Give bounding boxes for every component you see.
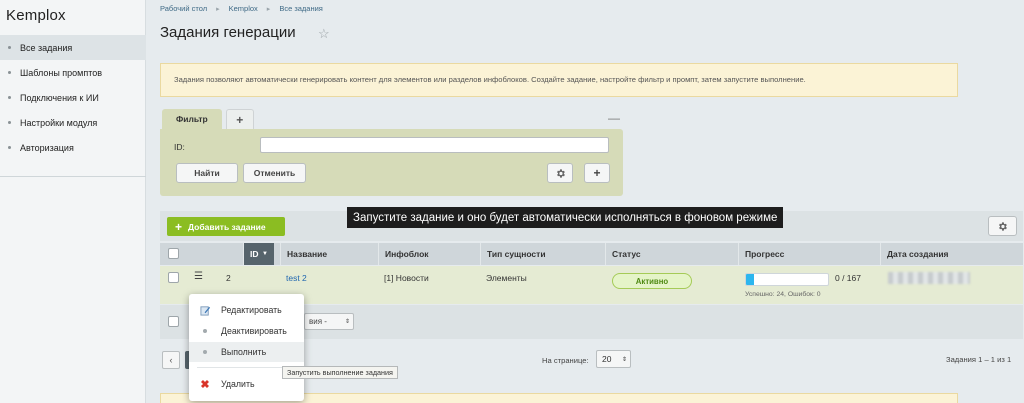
column-header-entity-type[interactable]: Тип сущности (480, 243, 605, 265)
add-task-label: Добавить задание (188, 221, 266, 232)
progress-fill (746, 274, 755, 285)
menu-item-deactivate[interactable]: Деактивировать (189, 321, 304, 341)
group-checkbox[interactable] (168, 316, 179, 327)
id-filter-label: ID: (174, 142, 185, 152)
dot-icon (203, 350, 207, 354)
select-arrows-icon: ⇕ (621, 356, 627, 363)
sidebar-item-authorization[interactable]: Авторизация (0, 135, 146, 160)
sidebar-divider (0, 176, 146, 177)
progress-text: 0 / 167 (835, 273, 861, 283)
status-badge: Активно (612, 273, 692, 289)
sidebar-item-label: Шаблоны промптов (20, 67, 103, 78)
breadcrumb: Рабочий стол ▸ Kemplox ▸ Все задания (160, 4, 323, 13)
delete-icon: ✖ (200, 378, 210, 391)
prev-page-button[interactable]: ‹ (162, 351, 180, 369)
caption-overlay: Запустите задание и оно будет автоматиче… (347, 207, 784, 228)
gear-icon (556, 168, 565, 178)
info-banner: Задания позволяют автоматически генериро… (160, 63, 958, 97)
column-header-id[interactable]: ID ▼ (243, 243, 274, 265)
tab-filter[interactable]: Фильтр (162, 109, 222, 129)
progress-details: Успешно: 24, Ошибок: 0 (745, 291, 821, 298)
plus-icon: + (175, 219, 183, 234)
filter-panel: ID: Найти Отменить + (160, 129, 623, 196)
bullet-icon (8, 71, 11, 74)
breadcrumb-separator-icon: ▸ (216, 5, 220, 13)
created-date-blurred (888, 272, 970, 284)
sidebar-nav: Все задания Шаблоны промптов Подключения… (0, 35, 146, 160)
sidebar: Kemplox Все задания Шаблоны промптов Под… (0, 0, 146, 403)
info-text: Задания позволяют автоматически генериро… (174, 75, 806, 84)
bullet-icon (8, 96, 11, 99)
dot-icon (203, 329, 207, 333)
breadcrumb-item-all-tasks[interactable]: Все задания (279, 4, 323, 13)
find-button[interactable]: Найти (176, 163, 238, 183)
filter-tabs: Фильтр + (162, 109, 254, 129)
bullet-icon (8, 121, 11, 124)
sidebar-item-ai-connections[interactable]: Подключения к ИИ (0, 85, 146, 110)
sidebar-item-label: Авторизация (20, 142, 74, 153)
edit-icon (189, 305, 221, 316)
select-arrows-icon: ⇕ (344, 319, 350, 325)
menu-item-run[interactable]: Выполнить (189, 342, 304, 362)
column-header-status[interactable]: Статус (605, 243, 738, 265)
cell-iblock: [1] Новости (384, 273, 429, 283)
column-header-created[interactable]: Дата создания (880, 243, 1023, 265)
bullet-icon (8, 46, 11, 49)
page-title: Задания генерации (160, 24, 296, 41)
sidebar-item-label: Все задания (20, 42, 73, 53)
column-header-iblock[interactable]: Инфоблок (378, 243, 480, 265)
group-action-select[interactable]: вия - ⇕ (304, 313, 354, 330)
sidebar-item-prompt-templates[interactable]: Шаблоны промптов (0, 60, 146, 85)
column-header-name[interactable]: Название (280, 243, 378, 265)
cell-entity-type: Элементы (486, 273, 527, 283)
add-filter-tab-button[interactable]: + (225, 109, 254, 129)
filter-settings-button[interactable] (547, 163, 573, 183)
minimize-icon[interactable]: — (608, 111, 620, 125)
cell-name-link[interactable]: test 2 (286, 273, 307, 283)
cell-id: 2 (226, 273, 231, 283)
cancel-button[interactable]: Отменить (243, 163, 306, 183)
per-page-label: На странице: (542, 356, 589, 365)
progress-bar (745, 273, 829, 286)
table-header: ID ▼ Название Инфоблок Тип сущности Стату… (160, 243, 1023, 265)
sidebar-item-label: Настройки модуля (20, 117, 98, 128)
sort-arrow-icon: ▼ (262, 251, 268, 257)
menu-item-edit[interactable]: Редактировать (189, 300, 304, 320)
row-checkbox[interactable] (168, 272, 179, 283)
sidebar-item-all-tasks[interactable]: Все задания (0, 35, 146, 60)
app-logo: Kemplox (6, 7, 66, 24)
id-filter-input[interactable] (260, 137, 609, 153)
total-count: Задания 1 – 1 из 1 (946, 355, 1012, 364)
sidebar-item-module-settings[interactable]: Настройки модуля (0, 110, 146, 135)
column-header-progress[interactable]: Прогресс (738, 243, 878, 265)
row-context-menu: Редактировать Деактивировать Выполнить ✖… (189, 294, 304, 401)
filter-add-field-button[interactable]: + (584, 163, 610, 183)
chevron-left-icon: ‹ (169, 355, 173, 365)
star-icon[interactable]: ☆ (318, 26, 330, 42)
select-all-checkbox[interactable] (168, 248, 179, 259)
breadcrumb-item-desktop[interactable]: Рабочий стол (160, 4, 207, 13)
grid-settings-button[interactable] (988, 216, 1017, 236)
row-menu-icon[interactable]: ☰ (194, 271, 203, 282)
add-task-button[interactable]: + Добавить задание (167, 217, 285, 236)
gear-icon (999, 221, 1007, 231)
per-page-select[interactable]: 20 ⇕ (596, 350, 631, 368)
bullet-icon (8, 146, 11, 149)
tooltip: Запустить выполнение задания (282, 366, 398, 379)
breadcrumb-item-kemplox[interactable]: Kemplox (229, 4, 258, 13)
sidebar-item-label: Подключения к ИИ (20, 92, 99, 103)
breadcrumb-separator-icon: ▸ (266, 5, 271, 13)
